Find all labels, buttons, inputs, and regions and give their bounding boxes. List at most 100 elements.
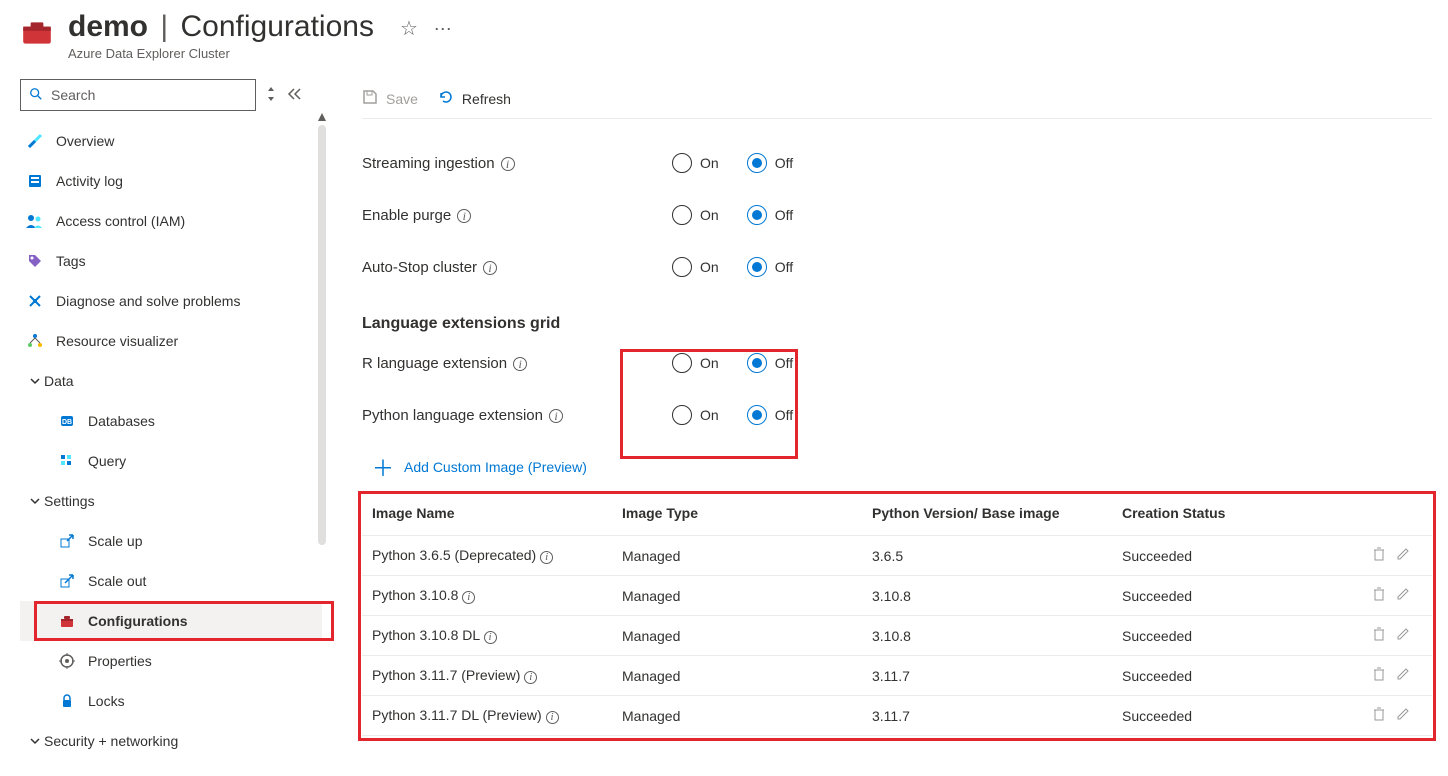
activity-icon [26, 172, 44, 190]
scale-out-icon [58, 572, 76, 590]
page-header: demo | Configurations Azure Data Explore… [0, 0, 1448, 79]
cell-status: Succeeded [1112, 696, 1352, 736]
row-actions [1352, 576, 1432, 616]
table-row: Python 3.11.7 DL (Preview) iManaged3.11.… [362, 696, 1432, 736]
cell-name: Python 3.6.5 (Deprecated) i [362, 536, 612, 576]
table-row: Python 3.6.5 (Deprecated) iManaged3.6.5S… [362, 536, 1432, 576]
info-icon[interactable]: i [546, 711, 559, 724]
info-icon[interactable]: i [549, 409, 563, 423]
cell-status: Succeeded [1112, 536, 1352, 576]
nav-group-data[interactable]: Data [20, 361, 322, 401]
resource-type: Azure Data Explorer Cluster [68, 46, 374, 61]
chevron-down-icon [26, 495, 44, 507]
resource-icon [20, 16, 54, 50]
info-icon[interactable]: i [483, 261, 497, 275]
database-icon: DB [58, 412, 76, 430]
radio-autostop-on[interactable]: On [672, 257, 719, 277]
radio-streaming-off[interactable]: Off [747, 153, 793, 173]
nav-overview[interactable]: Overview [20, 121, 322, 161]
cell-version: 3.10.8 [862, 576, 1112, 616]
info-icon[interactable]: i [524, 671, 537, 684]
radio-autostop-off[interactable]: Off [747, 257, 793, 277]
nav-access-control[interactable]: Access control (IAM) [20, 201, 322, 241]
col-creation-status: Creation Status [1112, 493, 1352, 536]
col-python-version: Python Version/ Base image [862, 493, 1112, 536]
delete-icon[interactable] [1372, 628, 1386, 644]
edit-icon[interactable] [1396, 548, 1410, 564]
nav-group-settings[interactable]: Settings [20, 481, 322, 521]
chevron-down-icon [26, 375, 44, 387]
header-actions: ☆ ⋯ [400, 16, 454, 41]
cell-status: Succeeded [1112, 616, 1352, 656]
info-icon[interactable]: i [457, 209, 471, 223]
main-content: Save Refresh Streaming ingestioni On Off… [322, 79, 1448, 761]
nav-properties[interactable]: Properties [20, 641, 322, 681]
table-row: Python 3.11.7 (Preview) iManaged3.11.7Su… [362, 656, 1432, 696]
search-input[interactable] [49, 86, 247, 104]
title-block: demo | Configurations Azure Data Explore… [68, 10, 374, 61]
radio-purge-on[interactable]: On [672, 205, 719, 225]
toolbar: Save Refresh [362, 79, 1432, 119]
radio-py-off[interactable]: Off [747, 405, 793, 425]
nav-diagnose[interactable]: Diagnose and solve problems [20, 281, 322, 321]
edit-icon[interactable] [1396, 628, 1410, 644]
radio-streaming-on[interactable]: On [672, 153, 719, 173]
nav-scale-out[interactable]: Scale out [20, 561, 322, 601]
cell-status: Succeeded [1112, 576, 1352, 616]
cell-version: 3.10.8 [862, 616, 1112, 656]
delete-icon[interactable] [1372, 588, 1386, 604]
info-icon[interactable]: i [501, 157, 515, 171]
svg-text:DB: DB [62, 419, 72, 426]
expand-icon[interactable] [266, 86, 276, 105]
properties-icon [58, 652, 76, 670]
sidebar: Overview Activity log Access control (IA… [0, 79, 322, 761]
row-actions [1352, 656, 1432, 696]
nav-group-security[interactable]: Security + networking [20, 721, 322, 761]
more-icon[interactable]: ⋯ [434, 19, 454, 39]
nav-databases[interactable]: DB Databases [20, 401, 322, 441]
table-row: Python 3.10.8 iManaged3.10.8Succeeded [362, 576, 1432, 616]
edit-icon[interactable] [1396, 668, 1410, 684]
save-button[interactable]: Save [362, 89, 418, 108]
nav-scale-up[interactable]: Scale up [20, 521, 322, 561]
images-table: Image Name Image Type Python Version/ Ba… [362, 493, 1432, 736]
nav-configurations[interactable]: Configurations [20, 601, 322, 641]
refresh-button[interactable]: Refresh [438, 89, 511, 108]
delete-icon[interactable] [1372, 548, 1386, 564]
cell-type: Managed [612, 696, 862, 736]
setting-autostop: Auto-Stop clusteri On Off [362, 241, 1432, 293]
setting-streaming: Streaming ingestioni On Off [362, 137, 1432, 189]
search-box[interactable] [20, 79, 256, 111]
favorite-icon[interactable]: ☆ [400, 18, 418, 40]
add-custom-image-link[interactable]: ＋ Add Custom Image (Preview) [372, 451, 587, 483]
radio-r-off[interactable]: Off [747, 353, 793, 373]
row-actions [1352, 696, 1432, 736]
lock-icon [58, 692, 76, 710]
overview-icon [26, 132, 44, 150]
refresh-icon [438, 89, 454, 108]
radio-r-on[interactable]: On [672, 353, 719, 373]
edit-icon[interactable] [1396, 708, 1410, 724]
nav-activity-log[interactable]: Activity log [20, 161, 322, 201]
section-name: Configurations [181, 10, 374, 43]
info-icon[interactable]: i [540, 551, 553, 564]
delete-icon[interactable] [1372, 708, 1386, 724]
cell-version: 3.11.7 [862, 696, 1112, 736]
plus-icon: ＋ [372, 451, 394, 483]
nav-query[interactable]: Query [20, 441, 322, 481]
nav-tags[interactable]: Tags [20, 241, 322, 281]
info-icon[interactable]: i [484, 631, 497, 644]
info-icon[interactable]: i [462, 591, 475, 604]
resource-name: demo [68, 10, 148, 43]
visualizer-icon [26, 332, 44, 350]
delete-icon[interactable] [1372, 668, 1386, 684]
radio-py-on[interactable]: On [672, 405, 719, 425]
nav-resource-visualizer[interactable]: Resource visualizer [20, 321, 322, 361]
edit-icon[interactable] [1396, 588, 1410, 604]
collapse-icon[interactable] [286, 87, 302, 104]
nav-locks[interactable]: Locks [20, 681, 322, 721]
cell-type: Managed [612, 616, 862, 656]
info-icon[interactable]: i [513, 357, 527, 371]
chevron-down-icon [26, 735, 44, 747]
radio-purge-off[interactable]: Off [747, 205, 793, 225]
